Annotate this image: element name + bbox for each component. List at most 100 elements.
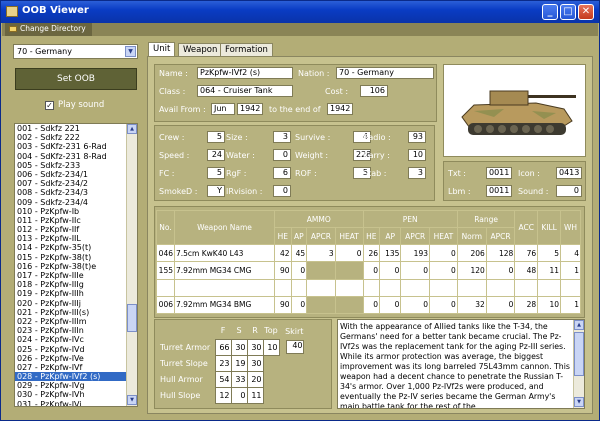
list-item[interactable]: 004 - SdKfz-231 8-Rad xyxy=(15,152,137,161)
turret-armor-r[interactable]: 30 xyxy=(246,338,264,356)
table-cell[interactable]: 128 xyxy=(485,244,516,263)
scroll-up-icon[interactable]: ▲ xyxy=(574,320,584,330)
list-item[interactable]: 017 - PzKpfw-IIIe xyxy=(15,271,137,280)
table-cell[interactable]: 0 xyxy=(334,244,364,263)
hull-slope-f[interactable]: 12 xyxy=(214,386,232,404)
list-item[interactable]: 023 - PzKpfw-IIIn xyxy=(15,326,137,335)
list-item[interactable]: 016 - PzKpfw-38(t)e xyxy=(15,262,137,271)
table-cell[interactable] xyxy=(334,278,364,297)
list-item[interactable]: 007 - Sdkfz-234/2 xyxy=(15,179,137,188)
table-cell[interactable]: 90 xyxy=(274,261,292,280)
list-item[interactable]: 003 - SdKfz-231 6-Rad xyxy=(15,142,137,151)
table-cell[interactable]: 135 xyxy=(379,244,402,263)
unit-list-scrollbar[interactable]: ▲ ▼ xyxy=(126,124,137,406)
list-item[interactable]: 014 - PzKpfw-35(t) xyxy=(15,243,137,252)
table-cell[interactable] xyxy=(400,278,430,297)
scroll-thumb[interactable] xyxy=(574,332,584,376)
table-cell[interactable] xyxy=(537,278,562,297)
table-cell[interactable] xyxy=(485,278,516,297)
txt-field[interactable]: 0011 xyxy=(486,167,512,179)
table-cell[interactable]: 206 xyxy=(456,244,487,263)
skirt-field[interactable]: 40 xyxy=(285,340,304,354)
hull-armor-s[interactable]: 33 xyxy=(230,370,248,388)
list-item[interactable]: 027 - PzKpfw-IVf xyxy=(15,363,137,372)
list-item[interactable]: 002 - Sdkfz 222 xyxy=(15,133,137,142)
hull-slope-s[interactable]: 0 xyxy=(230,386,248,404)
icon-field[interactable]: 0413 xyxy=(556,167,582,179)
list-item[interactable]: 018 - PzKpfw-IIIg xyxy=(15,280,137,289)
list-item[interactable]: 020 - PzKpfw-IIIj xyxy=(15,299,137,308)
table-cell[interactable]: 11 xyxy=(537,261,562,280)
table-row[interactable]: 046 7.5cm KwK40 L43 42 45 3 0 26 135 193 0 206 128 7… xyxy=(156,244,581,263)
tab-formation[interactable]: Formation xyxy=(220,43,273,57)
table-cell[interactable]: 046 xyxy=(156,244,175,263)
cost-field[interactable]: 106 xyxy=(360,85,388,97)
table-cell[interactable]: 4 xyxy=(560,244,581,263)
table-cell[interactable]: 7.92mm MG34 CMG xyxy=(174,261,275,280)
list-item[interactable]: 019 - PzKpfw-IIIh xyxy=(15,289,137,298)
scroll-down-icon[interactable]: ▼ xyxy=(127,395,137,405)
table-cell[interactable]: 0 xyxy=(379,261,402,280)
table-cell[interactable] xyxy=(306,295,336,315)
tab-unit[interactable]: Unit xyxy=(148,42,176,57)
list-item[interactable]: 030 - PzKpfw-IVh xyxy=(15,390,137,399)
table-cell[interactable]: 0 xyxy=(362,295,381,315)
checkbox-checked-icon[interactable]: ✓ xyxy=(45,101,54,110)
table-cell[interactable]: 76 xyxy=(514,244,539,263)
list-item[interactable]: 001 - Sdkfz 221 xyxy=(15,124,137,133)
table-cell[interactable] xyxy=(560,278,581,297)
table-row[interactable]: 006 7.92mm MG34 BMG 90 0 0 0 0 0 32 0 28 10 1 xyxy=(156,295,581,315)
turret-slope-r[interactable]: 30 xyxy=(246,354,264,372)
table-cell[interactable]: 48 xyxy=(514,261,539,280)
list-item[interactable]: 005 - Sdkfz-233 xyxy=(15,161,137,170)
table-cell[interactable]: 3 xyxy=(306,244,336,263)
table-cell[interactable] xyxy=(456,278,487,297)
list-item[interactable]: 031 - PzKpfw-IVj xyxy=(15,400,137,406)
list-item[interactable]: 025 - PzKpfw-IVd xyxy=(15,345,137,354)
table-cell[interactable]: 0 xyxy=(429,244,458,263)
table-cell[interactable]: 1 xyxy=(560,295,581,315)
list-item[interactable]: 006 - Sdkfz-234/1 xyxy=(15,170,137,179)
list-item[interactable]: 009 - Sdkfz-234/4 xyxy=(15,198,137,207)
turret-armor-top[interactable]: 10 xyxy=(262,338,280,356)
table-cell[interactable] xyxy=(362,278,381,297)
table-cell[interactable]: 0 xyxy=(400,295,430,315)
table-cell[interactable]: 0 xyxy=(429,261,458,280)
play-sound-checkbox[interactable]: ✓ Play sound xyxy=(45,100,104,110)
table-cell[interactable]: 0 xyxy=(485,261,516,280)
turret-armor-s[interactable]: 30 xyxy=(230,338,248,356)
table-cell[interactable]: 1 xyxy=(560,261,581,280)
table-cell[interactable]: 0 xyxy=(400,261,430,280)
table-cell[interactable]: 90 xyxy=(274,295,292,315)
list-item[interactable]: 021 - PzKpfw-III(s) xyxy=(15,308,137,317)
change-directory-menu[interactable]: Change Directory xyxy=(5,23,92,36)
table-cell[interactable]: 42 xyxy=(274,244,292,263)
lbm-field[interactable]: 0011 xyxy=(486,185,512,197)
list-item[interactable]: 024 - PzKpfw-IVc xyxy=(15,335,137,344)
table-cell[interactable]: 32 xyxy=(456,295,487,315)
stat-field[interactable]: 3 xyxy=(408,167,426,179)
list-item[interactable]: 012 - PzKpfw-IIf xyxy=(15,225,137,234)
scroll-thumb[interactable] xyxy=(127,304,137,332)
table-row[interactable]: 155 7.92mm MG34 CMG 90 0 0 0 0 0 120 0 48 11 1 xyxy=(156,261,581,280)
table-cell[interactable]: 155 xyxy=(156,261,175,280)
avail-year-field[interactable]: 1942 xyxy=(237,103,263,115)
description-scrollbar[interactable]: ▲ ▼ xyxy=(573,320,584,408)
minimize-button[interactable]: _ xyxy=(542,4,558,20)
tab-weapon[interactable]: Weapon xyxy=(178,43,223,57)
table-cell[interactable] xyxy=(334,295,364,315)
list-item[interactable]: 011 - PzKpfw-IIc xyxy=(15,216,137,225)
description-textarea[interactable]: With the appearance of Allied tanks like… xyxy=(337,319,585,409)
list-item[interactable]: 028 - PzKpfw-IVf2 (s) xyxy=(15,372,137,382)
turret-slope-s[interactable]: 19 xyxy=(230,354,248,372)
nation-field[interactable]: 70 - Germany xyxy=(336,67,434,79)
table-cell[interactable]: 193 xyxy=(400,244,430,263)
table-cell[interactable] xyxy=(334,261,364,280)
turret-slope-f[interactable]: 23 xyxy=(214,354,232,372)
table-cell[interactable]: 006 xyxy=(156,295,175,315)
stat-field[interactable]: Y xyxy=(207,185,225,197)
table-cell[interactable] xyxy=(429,278,458,297)
hull-slope-r[interactable]: 11 xyxy=(246,386,264,404)
table-cell[interactable] xyxy=(274,278,292,297)
avail-month-field[interactable]: Jun xyxy=(211,103,235,115)
